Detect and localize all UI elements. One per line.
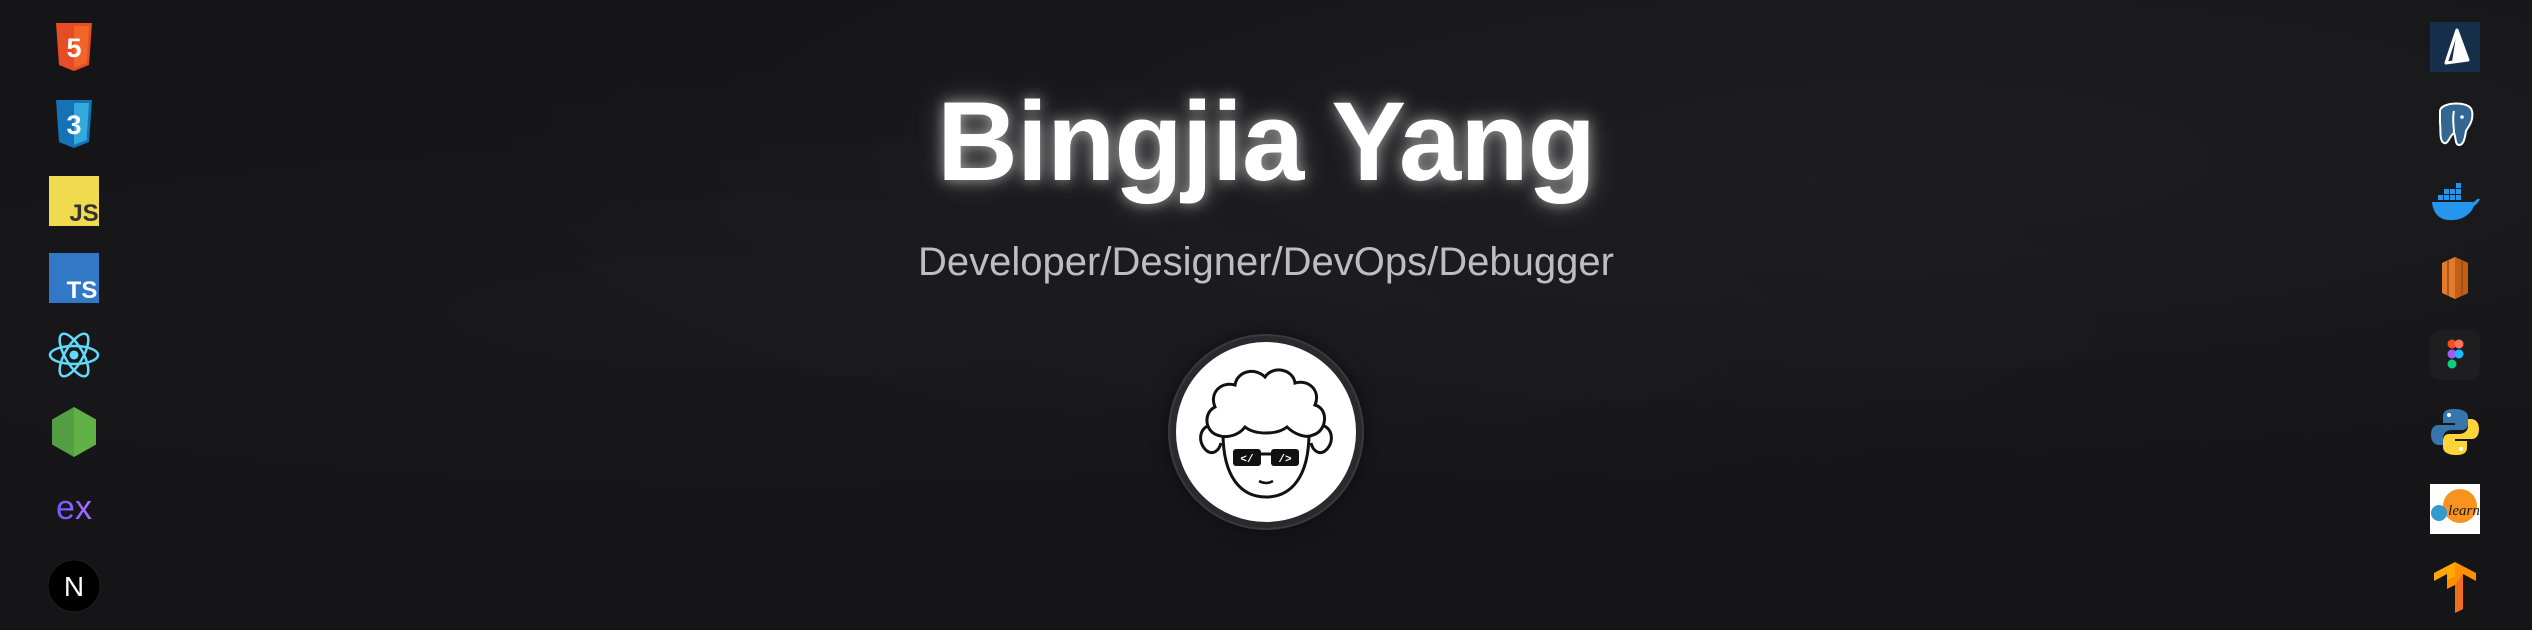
glasses-right-text: /> [1278,454,1292,466]
avatar[interactable]: </ /> [1170,336,1362,528]
nextjs-glyph: N [64,571,84,602]
nextjs-icon: N [47,559,101,613]
hero-subtitle: Developer/Designer/DevOps/Debugger [918,240,1614,284]
tensorflow-icon [2428,559,2482,613]
sheep-with-sunglasses-avatar-icon: </ /> [1199,368,1333,499]
portfolio-hero-page: 5 3 JS TS ex N learn Bingjia Yang Develo… [0,0,2532,630]
hero-name: Bingjia Yang [936,79,1596,204]
hero-section: Bingjia Yang Developer/Designer/DevOps/D… [0,0,2532,528]
glasses-left-text: </ [1240,454,1254,466]
